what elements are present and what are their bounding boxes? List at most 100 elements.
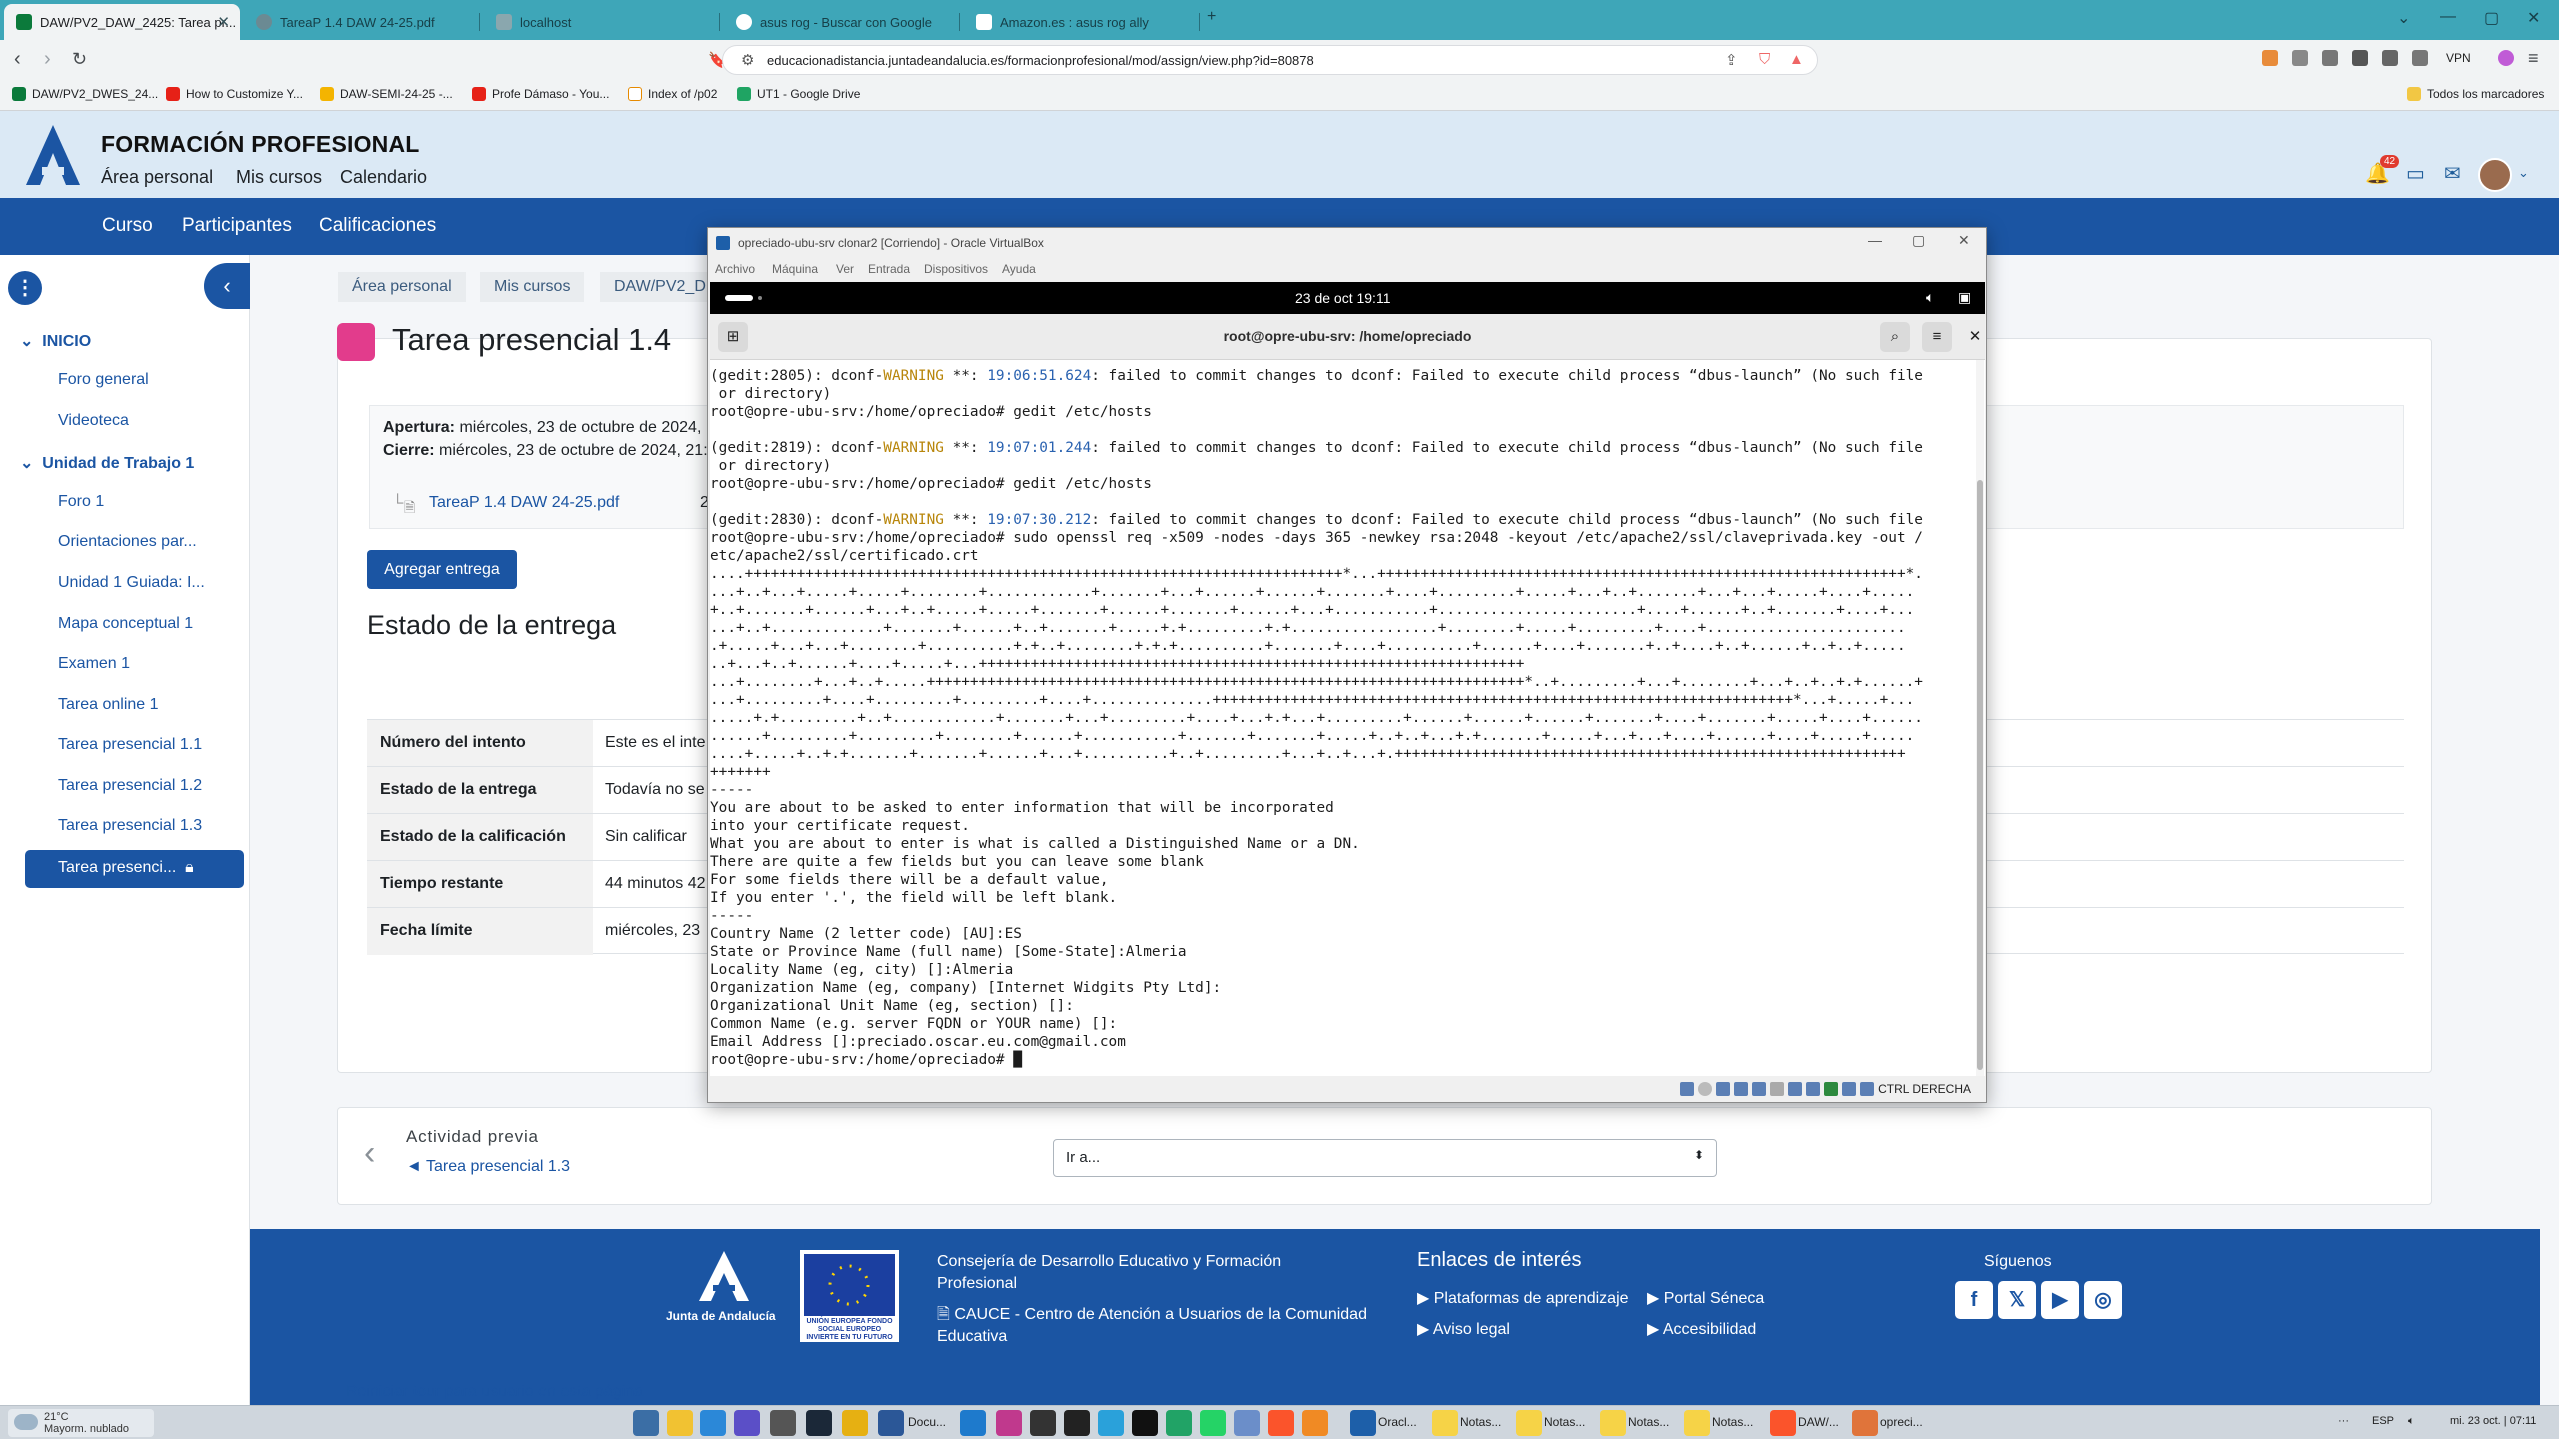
close-tab-icon[interactable]: ✕ (217, 13, 230, 31)
nav-calendario[interactable]: Calendario (340, 167, 427, 188)
threads-icon[interactable] (1132, 1410, 1158, 1436)
vbox-minimize-icon[interactable]: — (1868, 232, 1882, 248)
section-unidad-1[interactable]: ⌄ Unidad de Trabajo 1 (20, 453, 194, 473)
app-icon[interactable] (770, 1410, 796, 1436)
drawer-item[interactable]: Mapa conceptual 1 (58, 615, 193, 633)
terminal-taskbar-icon[interactable] (1852, 1410, 1878, 1436)
activities-indicator[interactable] (725, 295, 753, 301)
recording-icon[interactable] (1806, 1082, 1820, 1096)
terminal-output[interactable]: (gedit:2805): dconf-WARNING **: 19:06:51… (710, 360, 1985, 1076)
taskbar-app-label[interactable]: Notas... (1544, 1415, 1585, 1429)
app-icon[interactable] (996, 1410, 1022, 1436)
chevron-down-icon[interactable]: ⌄ (2518, 165, 2529, 181)
section-inicio[interactable]: ⌄ INICIO (20, 331, 91, 351)
search-icon[interactable]: ⌕ (1880, 322, 1910, 352)
wallet-icon[interactable] (2382, 50, 2398, 66)
notes-icon[interactable] (1600, 1410, 1626, 1436)
usb-icon[interactable] (1752, 1082, 1766, 1096)
brave-icon[interactable] (1268, 1410, 1294, 1436)
clock-tray[interactable]: mi. 23 oct. | 07:11 (2450, 1415, 2536, 1427)
drawer-item[interactable]: Orientaciones par... (58, 533, 197, 551)
word-icon[interactable] (878, 1410, 904, 1436)
drawer-item[interactable]: Tarea online 1 (58, 696, 159, 714)
taskbar-app-label[interactable]: Notas... (1712, 1415, 1753, 1429)
tab-localhost[interactable]: localhost (484, 4, 720, 40)
tray-overflow-icon[interactable]: ··· (2338, 1415, 2349, 1427)
steam-icon[interactable] (806, 1410, 832, 1436)
add-submission-button[interactable]: Agregar entrega (367, 550, 517, 589)
drawer-item[interactable]: Tarea presencial 1.1 (58, 736, 202, 754)
brave-icon[interactable] (1770, 1410, 1796, 1436)
file-explorer-icon[interactable] (667, 1410, 693, 1436)
app-icon[interactable] (1234, 1410, 1260, 1436)
site-info-icon[interactable]: ⚙ (741, 51, 754, 69)
virtualbox-taskbar-icon[interactable] (1350, 1410, 1376, 1436)
menu-ayuda[interactable]: Ayuda (1002, 262, 1036, 276)
menu-icon[interactable]: ≡ (2528, 48, 2539, 69)
whatsapp-icon[interactable] (1200, 1410, 1226, 1436)
notes-icon[interactable] (1432, 1410, 1458, 1436)
network-icon[interactable] (1734, 1082, 1748, 1096)
junta-logo-icon[interactable] (697, 1251, 751, 1301)
vbox-maximize-icon[interactable]: ▢ (1912, 232, 1925, 249)
drawer-item[interactable]: Tarea presencial 1.2 (58, 777, 202, 795)
app-icon[interactable] (734, 1410, 760, 1436)
youtube-icon[interactable]: ▶ (2041, 1281, 2079, 1319)
message-icon[interactable]: ▭ (2406, 161, 2425, 186)
attachment-link[interactable]: TareaP 1.4 DAW 24-25.pdf (429, 494, 619, 512)
menu-archivo[interactable]: Archivo (715, 262, 755, 276)
url-input[interactable]: ⚙ educacionadistancia.juntadeandalucia.e… (722, 45, 1818, 75)
drawer-item[interactable]: Unidad 1 Guiada: I... (58, 574, 205, 592)
tab-calificaciones[interactable]: Calificaciones (319, 215, 436, 237)
tab-search-icon[interactable]: ⌄ (2397, 8, 2410, 28)
brave-rewards-icon[interactable]: ▲ (1789, 51, 1804, 68)
bookmark-item[interactable]: Profe Dámaso - You... (472, 87, 609, 101)
x-twitter-icon[interactable]: 𝕏 (1998, 1281, 2036, 1319)
notes-icon[interactable] (1516, 1410, 1542, 1436)
taskbar-app-label[interactable]: Oracl... (1378, 1415, 1417, 1429)
menu-ver[interactable]: Ver (836, 262, 854, 276)
tab-pdf[interactable]: TareaP 1.4 DAW 24-25.pdf (244, 4, 480, 40)
app-icon[interactable] (1166, 1410, 1192, 1436)
hamburger-menu-icon[interactable]: ≡ (1922, 322, 1952, 352)
bookmark-item[interactable]: How to Customize Y... (166, 87, 303, 101)
more-options-icon[interactable]: ⋮ (8, 271, 42, 305)
brave-shield-icon[interactable]: ⛉ (1759, 51, 1770, 68)
tab-curso[interactable]: Curso (102, 215, 153, 237)
jump-to-select[interactable]: Ir a... ⬍ (1053, 1139, 1717, 1177)
chevron-left-icon[interactable]: ‹ (364, 1134, 375, 1173)
terminal-scrollbar[interactable] (1976, 360, 1984, 1076)
taskbar-app-label[interactable]: Docu... (908, 1415, 946, 1429)
weather-widget[interactable]: 21°C Mayorm. nublado (8, 1409, 154, 1437)
virtualbox-window[interactable]: opreciado-ubu-srv clonar2 [Corriendo] - … (707, 227, 1987, 1103)
close-drawer-button[interactable]: ‹ (204, 263, 250, 309)
bookmark-item[interactable]: UT1 - Google Drive (737, 87, 860, 101)
footer-link[interactable]: ▶ Plataformas de aprendizaje (1417, 1288, 1629, 1310)
close-terminal-icon[interactable]: ✕ (1960, 322, 1990, 352)
minimize-icon[interactable]: — (2440, 8, 2456, 26)
app-icon[interactable] (1030, 1410, 1056, 1436)
mouse-icon[interactable] (1842, 1082, 1856, 1096)
battery-icon[interactable]: ▣ (1958, 289, 1971, 306)
tab-participantes[interactable]: Participantes (182, 215, 292, 237)
forward-icon[interactable]: › (44, 48, 51, 71)
vbox-close-icon[interactable]: ✕ (1958, 232, 1970, 249)
profile-icon[interactable] (2498, 50, 2514, 66)
instagram-icon[interactable]: ◎ (2084, 1281, 2122, 1319)
storage-icon[interactable] (1680, 1082, 1694, 1096)
telegram-icon[interactable] (1098, 1410, 1124, 1436)
app-icon[interactable] (1064, 1410, 1090, 1436)
drawer-item[interactable]: Examen 1 (58, 655, 130, 673)
download-icon[interactable] (2322, 50, 2338, 66)
app-icon[interactable] (1302, 1410, 1328, 1436)
leo-icon[interactable] (2412, 50, 2428, 66)
drawer-item[interactable]: Tarea presencial 1.3 (58, 817, 202, 835)
breadcrumb-mis-cursos[interactable]: Mis cursos (480, 272, 585, 302)
volume-icon[interactable]: 🔈︎ (1926, 289, 1934, 306)
gnome-clock[interactable]: 23 de oct 19:11 (1295, 290, 1390, 306)
taskbar-app-label[interactable]: opreci... (1880, 1415, 1923, 1429)
reload-icon[interactable]: ↻ (72, 49, 87, 70)
menu-entrada[interactable]: Entrada (868, 262, 910, 276)
new-tab-icon[interactable]: + (1207, 8, 1216, 26)
audio-icon[interactable] (1716, 1082, 1730, 1096)
